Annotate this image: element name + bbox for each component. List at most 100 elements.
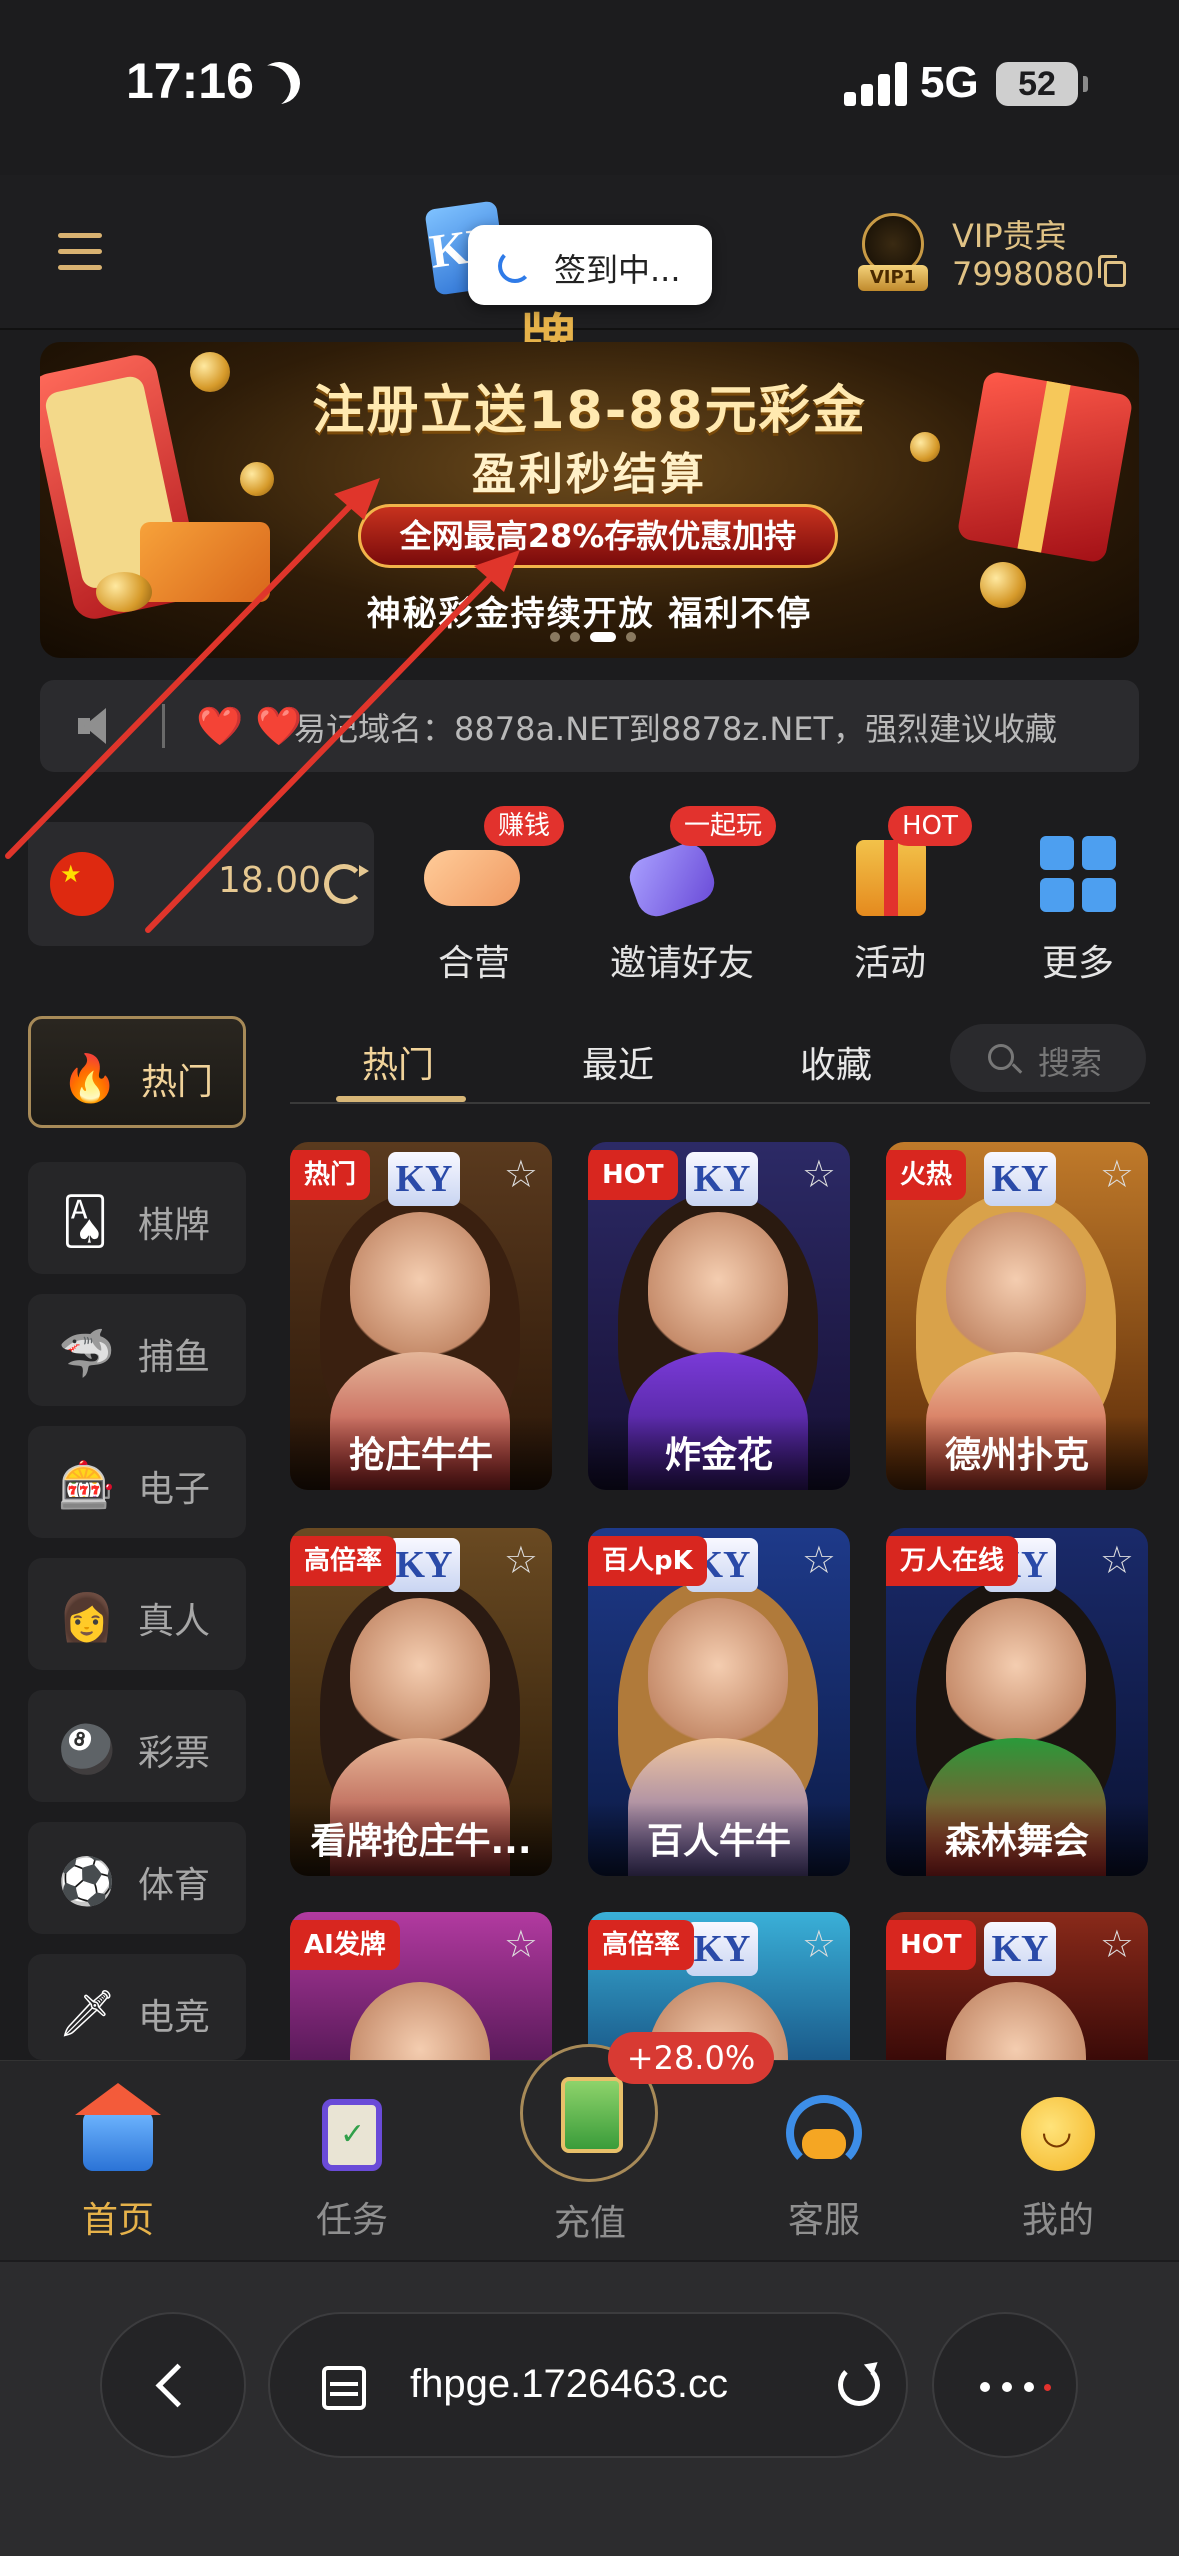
address-bar[interactable]: fhpge.1726463.cc bbox=[268, 2312, 908, 2458]
quick-action-label: 更多 bbox=[1041, 943, 1114, 984]
star-icon[interactable]: ☆ bbox=[504, 1152, 538, 1196]
nav-label: 我的 bbox=[1021, 2200, 1094, 2241]
star-icon[interactable]: ☆ bbox=[1100, 1538, 1134, 1582]
star-icon[interactable]: ☆ bbox=[802, 1538, 836, 1582]
account-id: 7998080 bbox=[952, 255, 1095, 293]
game-card[interactable]: KY HOT ☆ bbox=[886, 1912, 1148, 2060]
back-icon[interactable] bbox=[100, 2312, 246, 2458]
sidebar-item-label: 体育 bbox=[138, 1865, 211, 1906]
game-card[interactable]: KY 热门 ☆ 抢庄牛牛 bbox=[290, 1142, 552, 1490]
banner-subtitle: 盈利秒结算 bbox=[472, 449, 707, 500]
quick-action-badge: 赚钱 bbox=[484, 806, 565, 846]
quick-action-invite[interactable]: 一起玩 邀请好友 bbox=[592, 806, 777, 986]
search-input[interactable]: 搜索 bbox=[950, 1024, 1146, 1092]
playing-card-icon: 🂡 bbox=[61, 1194, 109, 1248]
quick-action-label: 合营 bbox=[437, 943, 510, 984]
carousel-dots[interactable] bbox=[550, 632, 650, 642]
character-face bbox=[350, 1598, 490, 1748]
recharge-bonus-badge: +28.0% bbox=[608, 2032, 774, 2084]
reload-icon[interactable] bbox=[838, 2364, 880, 2406]
game-name: 炸金花 bbox=[588, 1416, 850, 1490]
promo-banner[interactable]: 注册立送18-88元彩金 盈利秒结算 全网最高28%存款优惠加持 神秘彩金持续开… bbox=[40, 342, 1139, 658]
game-tag: 万人在线 bbox=[886, 1536, 1019, 1586]
quick-action-more[interactable]: 更多 bbox=[988, 806, 1168, 986]
divider bbox=[162, 704, 165, 748]
star-icon[interactable]: ☆ bbox=[802, 1152, 836, 1196]
star-icon[interactable]: ☆ bbox=[1100, 1922, 1134, 1966]
game-tag: 高倍率 bbox=[588, 1920, 695, 1970]
vip-title: VIP贵宾 bbox=[952, 217, 1067, 255]
banner-title: 注册立送18-88元彩金 bbox=[312, 381, 867, 441]
app-screen: 17:16 5G 52 KY 开元棋牌 签到中... VIP1 VIP贵宾 79… bbox=[0, 0, 1179, 2556]
sidebar-item-label: 棋牌 bbox=[138, 1205, 211, 1246]
sidebar-item-label: 真人 bbox=[138, 1601, 211, 1642]
sidebar-item-cards[interactable]: 🂡 棋牌 bbox=[28, 1162, 246, 1274]
sidebar-item-label: 热门 bbox=[141, 1062, 214, 1103]
game-card[interactable]: KY 万人在线 ☆ 森林舞会 bbox=[886, 1528, 1148, 1876]
hamburger-menu-icon[interactable] bbox=[58, 233, 102, 271]
status-time: 17:16 bbox=[126, 53, 254, 109]
game-card[interactable]: KY 火热 ☆ 德州扑克 bbox=[886, 1142, 1148, 1490]
star-icon[interactable]: ☆ bbox=[504, 1922, 538, 1966]
china-flag-icon: ★ bbox=[50, 852, 114, 916]
sword-icon: 🗡 bbox=[58, 1986, 117, 2040]
sidebar-item-label: 电竞 bbox=[138, 1997, 211, 2038]
ky-logo: KY bbox=[388, 1538, 460, 1592]
game-card[interactable]: KY HOT ☆ 炸金花 bbox=[588, 1142, 850, 1490]
star-icon[interactable]: ☆ bbox=[802, 1922, 836, 1966]
nav-label[interactable]: 充值 bbox=[500, 2194, 680, 2246]
banner-footer: 神秘彩金持续开放 福利不停 bbox=[366, 594, 813, 634]
game-tabs: 热门 最近 收藏 搜索 bbox=[290, 1024, 1150, 1104]
game-tag: 高倍率 bbox=[290, 1536, 397, 1586]
quick-action-events[interactable]: HOT 活动 bbox=[800, 806, 980, 986]
heart-icons: ❤️ ❤️ bbox=[196, 704, 303, 748]
nav-label: 任务 bbox=[315, 2200, 388, 2241]
star-icon[interactable]: ☆ bbox=[504, 1538, 538, 1582]
tab-favorites[interactable]: 收藏 bbox=[800, 1036, 872, 1088]
network-type: 5G bbox=[920, 58, 979, 107]
page-icon[interactable] bbox=[322, 2366, 366, 2410]
nav-profile[interactable]: 我的 bbox=[968, 2091, 1148, 2251]
ky-logo: KY bbox=[686, 1922, 758, 1976]
ky-logo: KY bbox=[388, 1152, 460, 1206]
sidebar-item-hot[interactable]: 🔥 热门 bbox=[28, 1016, 246, 1128]
star-icon[interactable]: ☆ bbox=[1100, 1152, 1134, 1196]
battery-icon: 52 bbox=[996, 62, 1088, 106]
shark-icon: 🦈 bbox=[58, 1326, 116, 1380]
character-face bbox=[350, 1212, 490, 1362]
sidebar-item-esports[interactable]: 🗡 电竞 bbox=[28, 1954, 246, 2060]
tab-recent[interactable]: 最近 bbox=[582, 1036, 654, 1088]
quick-action-partner[interactable]: 赚钱 合营 bbox=[384, 806, 565, 986]
sidebar-item-sports[interactable]: ⚽ 体育 bbox=[28, 1822, 246, 1934]
game-card[interactable]: KY 百人pK ☆ 百人牛牛 bbox=[588, 1528, 850, 1876]
checkin-toast: 签到中... bbox=[468, 225, 712, 305]
notice-marquee: ❤️ ❤️ 易记域名：8878a.NET到8878z.NET，强烈建议收藏 bbox=[40, 680, 1139, 772]
soccer-ball-icon: ⚽ bbox=[58, 1854, 116, 1908]
game-tag: 热门 bbox=[290, 1150, 371, 1200]
nav-support[interactable]: 客服 bbox=[734, 2091, 914, 2251]
character-face bbox=[648, 1598, 788, 1748]
signal-icon bbox=[844, 62, 908, 106]
sidebar-item-fishing[interactable]: 🦈 捕鱼 bbox=[28, 1294, 246, 1406]
banner-pill: 全网最高28%存款优惠加持 bbox=[358, 504, 838, 568]
vip-avatar[interactable]: VIP1 bbox=[858, 213, 928, 293]
game-tag: HOT bbox=[886, 1920, 976, 1970]
flame-icon: 🔥 bbox=[61, 1051, 119, 1105]
copy-icon[interactable] bbox=[1098, 255, 1126, 287]
nav-home[interactable]: 首页 bbox=[28, 2083, 208, 2251]
sidebar-item-live[interactable]: 👩 真人 bbox=[28, 1558, 246, 1670]
game-card[interactable]: AI发牌 ☆ bbox=[290, 1912, 552, 2060]
more-icon[interactable] bbox=[932, 2312, 1078, 2458]
game-name: 德州扑克 bbox=[886, 1416, 1148, 1490]
sidebar-item-slots[interactable]: 🎰 电子 bbox=[28, 1426, 246, 1538]
ky-logo: KY bbox=[984, 1152, 1056, 1206]
game-tag: 百人pK bbox=[588, 1536, 707, 1586]
clipboard-icon bbox=[322, 2099, 382, 2171]
gift-icon bbox=[856, 840, 926, 916]
toast-text: 签到中... bbox=[554, 251, 681, 289]
refresh-icon[interactable] bbox=[324, 864, 369, 904]
game-card[interactable]: KY 高倍率 ☆ 看牌抢庄牛... bbox=[290, 1528, 552, 1876]
tab-hot[interactable]: 热门 bbox=[362, 1036, 434, 1088]
sidebar-item-lottery[interactable]: 🎱 彩票 bbox=[28, 1690, 246, 1802]
nav-tasks[interactable]: 任务 bbox=[262, 2091, 442, 2251]
